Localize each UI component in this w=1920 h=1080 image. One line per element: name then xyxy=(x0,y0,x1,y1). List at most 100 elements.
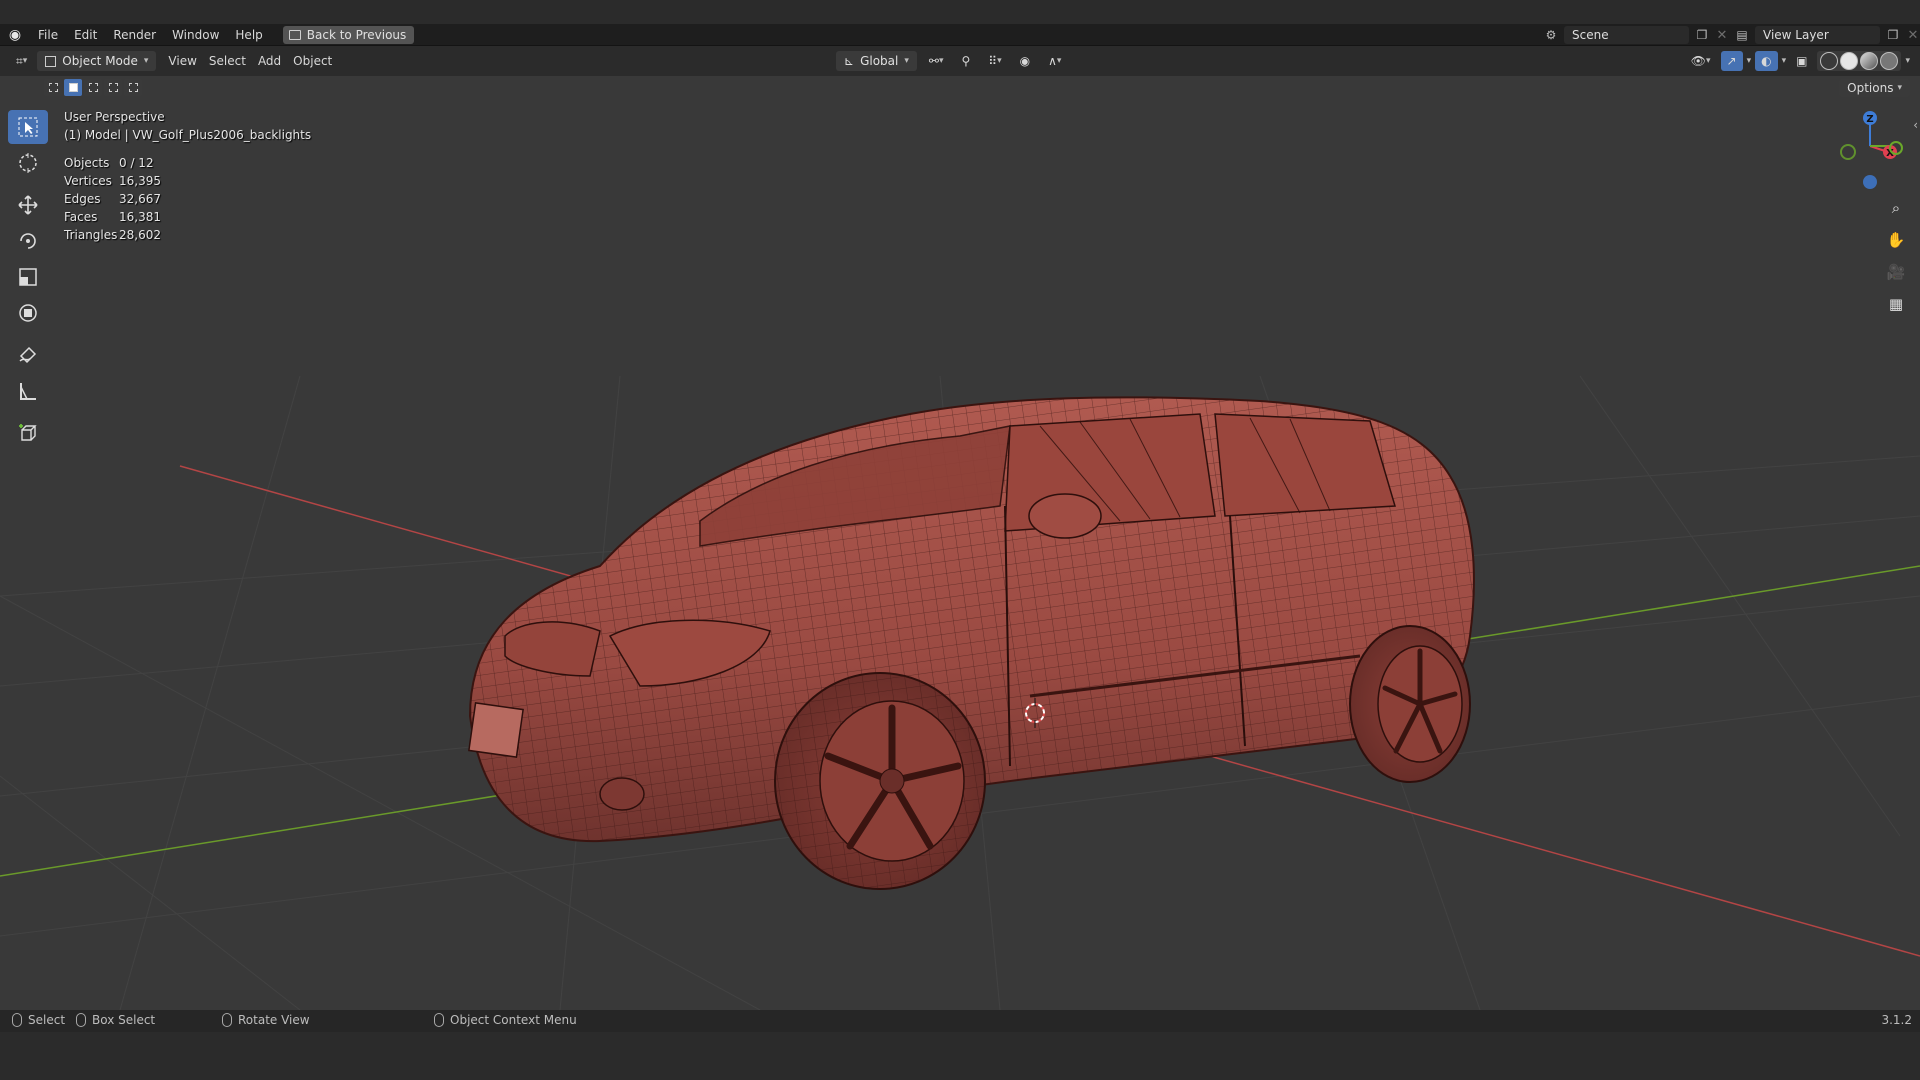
chevron-down-icon: ▾ xyxy=(1897,83,1902,93)
front-wheel xyxy=(774,672,986,890)
menu-add[interactable]: Add xyxy=(252,51,287,71)
viewport-header: ⌗ ▾ Object Mode ▾ View Select Add Object … xyxy=(0,47,1920,75)
scene-icon[interactable]: ⚙ xyxy=(1542,26,1560,44)
stat-label: Triangles xyxy=(64,228,118,242)
status-box-select-label: Box Select xyxy=(92,1013,156,1027)
rotate-tool[interactable] xyxy=(8,224,48,258)
falloff-icon[interactable]: ∧ ▾ xyxy=(1042,51,1067,71)
car-model[interactable] xyxy=(468,396,1475,890)
stat-label: Objects xyxy=(64,156,110,170)
close-scene-icon[interactable]: ✕ xyxy=(1715,28,1729,43)
status-context-menu: Object Context Menu xyxy=(434,1013,577,1027)
stat-value: 16,381 xyxy=(119,210,161,224)
back-to-previous-label: Back to Previous xyxy=(306,27,407,42)
shading-modes xyxy=(1817,51,1902,71)
select-box-tool[interactable] xyxy=(8,110,48,144)
camera-icon[interactable]: 🎥 xyxy=(1884,260,1908,284)
status-bar: Select Box Select Rotate View Object Con… xyxy=(0,1010,1920,1032)
scene-field[interactable]: Scene xyxy=(1564,26,1689,44)
copy-scene-icon[interactable]: ❐ xyxy=(1693,26,1711,44)
menu-file[interactable]: File xyxy=(30,24,66,46)
back-to-previous-button[interactable]: Back to Previous xyxy=(282,25,415,44)
select-invert-icon[interactable] xyxy=(104,79,122,96)
transform-tool[interactable] xyxy=(8,296,48,330)
transform-controls: ⊾ Global ▾ ⚯ ▾ ⚲ ⠿ ▾ ◉ ∧ ▾ xyxy=(836,51,1067,71)
scale-icon xyxy=(19,268,37,286)
snap-target-icon[interactable]: ⠿ ▾ xyxy=(982,51,1007,71)
xray-toggle-icon[interactable]: ▣ xyxy=(1790,51,1813,71)
menu-object[interactable]: Object xyxy=(287,51,338,71)
selection-mode-buttons xyxy=(44,79,142,96)
view-layer-field[interactable]: View Layer xyxy=(1755,26,1880,44)
scale-tool[interactable] xyxy=(8,260,48,294)
mouse-left-icon xyxy=(12,1013,22,1027)
stat-label: Vertices xyxy=(64,174,112,188)
mode-dropdown[interactable]: Object Mode ▾ xyxy=(37,51,157,71)
gizmo-dropdown-icon[interactable]: ▾ xyxy=(1747,56,1752,66)
stat-label: Edges xyxy=(64,192,101,206)
menu-render[interactable]: Render xyxy=(105,24,164,46)
menu-view[interactable]: View xyxy=(162,51,202,71)
move-tool[interactable] xyxy=(8,188,48,222)
solid-shading-icon[interactable] xyxy=(1840,52,1859,70)
menu-select[interactable]: Select xyxy=(203,51,252,71)
menu-help[interactable]: Help xyxy=(227,24,270,46)
transform-orientation-dropdown[interactable]: ⊾ Global ▾ xyxy=(836,51,917,71)
status-rotate-view: Rotate View xyxy=(222,1013,310,1027)
annotate-tool[interactable] xyxy=(8,338,48,372)
crosshair-circle-icon xyxy=(19,153,37,173)
navigation-gizmo[interactable]: Z X xyxy=(1830,106,1920,206)
add-cube-icon xyxy=(19,424,37,441)
stat-value: 32,667 xyxy=(119,192,161,206)
chevron-down-icon: ▾ xyxy=(904,56,909,66)
wireframe-shading-icon[interactable] xyxy=(1820,52,1839,70)
overlays-dropdown-icon[interactable]: ▾ xyxy=(1782,56,1787,66)
zoom-icon[interactable]: ⌕ xyxy=(1884,196,1908,220)
rendered-shading-icon[interactable] xyxy=(1880,52,1899,70)
copy-view-layer-icon[interactable]: ❐ xyxy=(1884,26,1902,44)
overlays-toggle-icon[interactable]: ◐ xyxy=(1755,51,1778,71)
window-bottom-strip xyxy=(0,1032,1920,1080)
menu-edit[interactable]: Edit xyxy=(66,24,105,46)
select-extend-icon[interactable] xyxy=(64,79,82,96)
editor-type-icon[interactable]: ⌗ ▾ xyxy=(10,51,33,71)
stat-value: 16,395 xyxy=(119,174,161,188)
options-label: Options xyxy=(1847,81,1894,95)
tool-shelf xyxy=(8,110,48,450)
sidebar-toggle-icon[interactable]: ‹ xyxy=(1913,118,1918,132)
mouse-drag-icon xyxy=(76,1013,86,1027)
collection-info: (1) Model | VW_Golf_Plus2006_backlights xyxy=(64,128,312,142)
rotate-icon xyxy=(20,233,36,249)
mouse-middle-icon xyxy=(222,1013,232,1027)
status-rotate-view-label: Rotate View xyxy=(238,1013,310,1027)
viewport-subheader: Options ▾ xyxy=(0,76,1920,100)
material-shading-icon[interactable] xyxy=(1860,52,1879,70)
snap-toggle-icon[interactable]: ⚲ xyxy=(955,51,976,71)
view-layer-icon[interactable]: ▤ xyxy=(1733,26,1751,44)
close-view-layer-icon[interactable]: ✕ xyxy=(1906,28,1920,43)
scene-statistics: Objects 0 / 12 Vertices 16,395 Edges 32,… xyxy=(64,154,311,244)
cursor-tool[interactable] xyxy=(8,146,48,180)
proportional-edit-icon[interactable]: ◉ xyxy=(1014,51,1036,71)
cursor-arrow-icon xyxy=(18,117,38,137)
axes-icon: ⊾ xyxy=(844,54,855,68)
version-label: 3.1.2 xyxy=(1881,1013,1912,1027)
navigation-buttons: ⌕ ✋ 🎥 ▦ xyxy=(1884,196,1908,316)
shading-dropdown-icon[interactable]: ▾ xyxy=(1905,56,1910,66)
status-select-label: Select xyxy=(28,1013,66,1027)
pivot-point-icon[interactable]: ⚯ ▾ xyxy=(923,51,950,71)
gizmo-toggle-icon[interactable]: ↗ xyxy=(1720,51,1743,71)
pan-hand-icon[interactable]: ✋ xyxy=(1884,228,1908,252)
select-subtract-icon[interactable] xyxy=(84,79,102,96)
options-dropdown[interactable]: Options ▾ xyxy=(1839,79,1910,97)
select-new-icon[interactable] xyxy=(44,79,62,96)
stat-label: Faces xyxy=(64,210,98,224)
blender-logo-icon[interactable]: ◉ xyxy=(0,24,30,46)
visibility-icon[interactable]: 👁 ▾ xyxy=(1685,51,1717,71)
add-cube-tool[interactable] xyxy=(8,416,48,450)
object-mode-icon xyxy=(45,55,57,67)
menu-window[interactable]: Window xyxy=(164,24,227,46)
select-intersect-icon[interactable] xyxy=(124,79,142,96)
measure-tool[interactable] xyxy=(8,374,48,408)
perspective-grid-icon[interactable]: ▦ xyxy=(1884,292,1908,316)
